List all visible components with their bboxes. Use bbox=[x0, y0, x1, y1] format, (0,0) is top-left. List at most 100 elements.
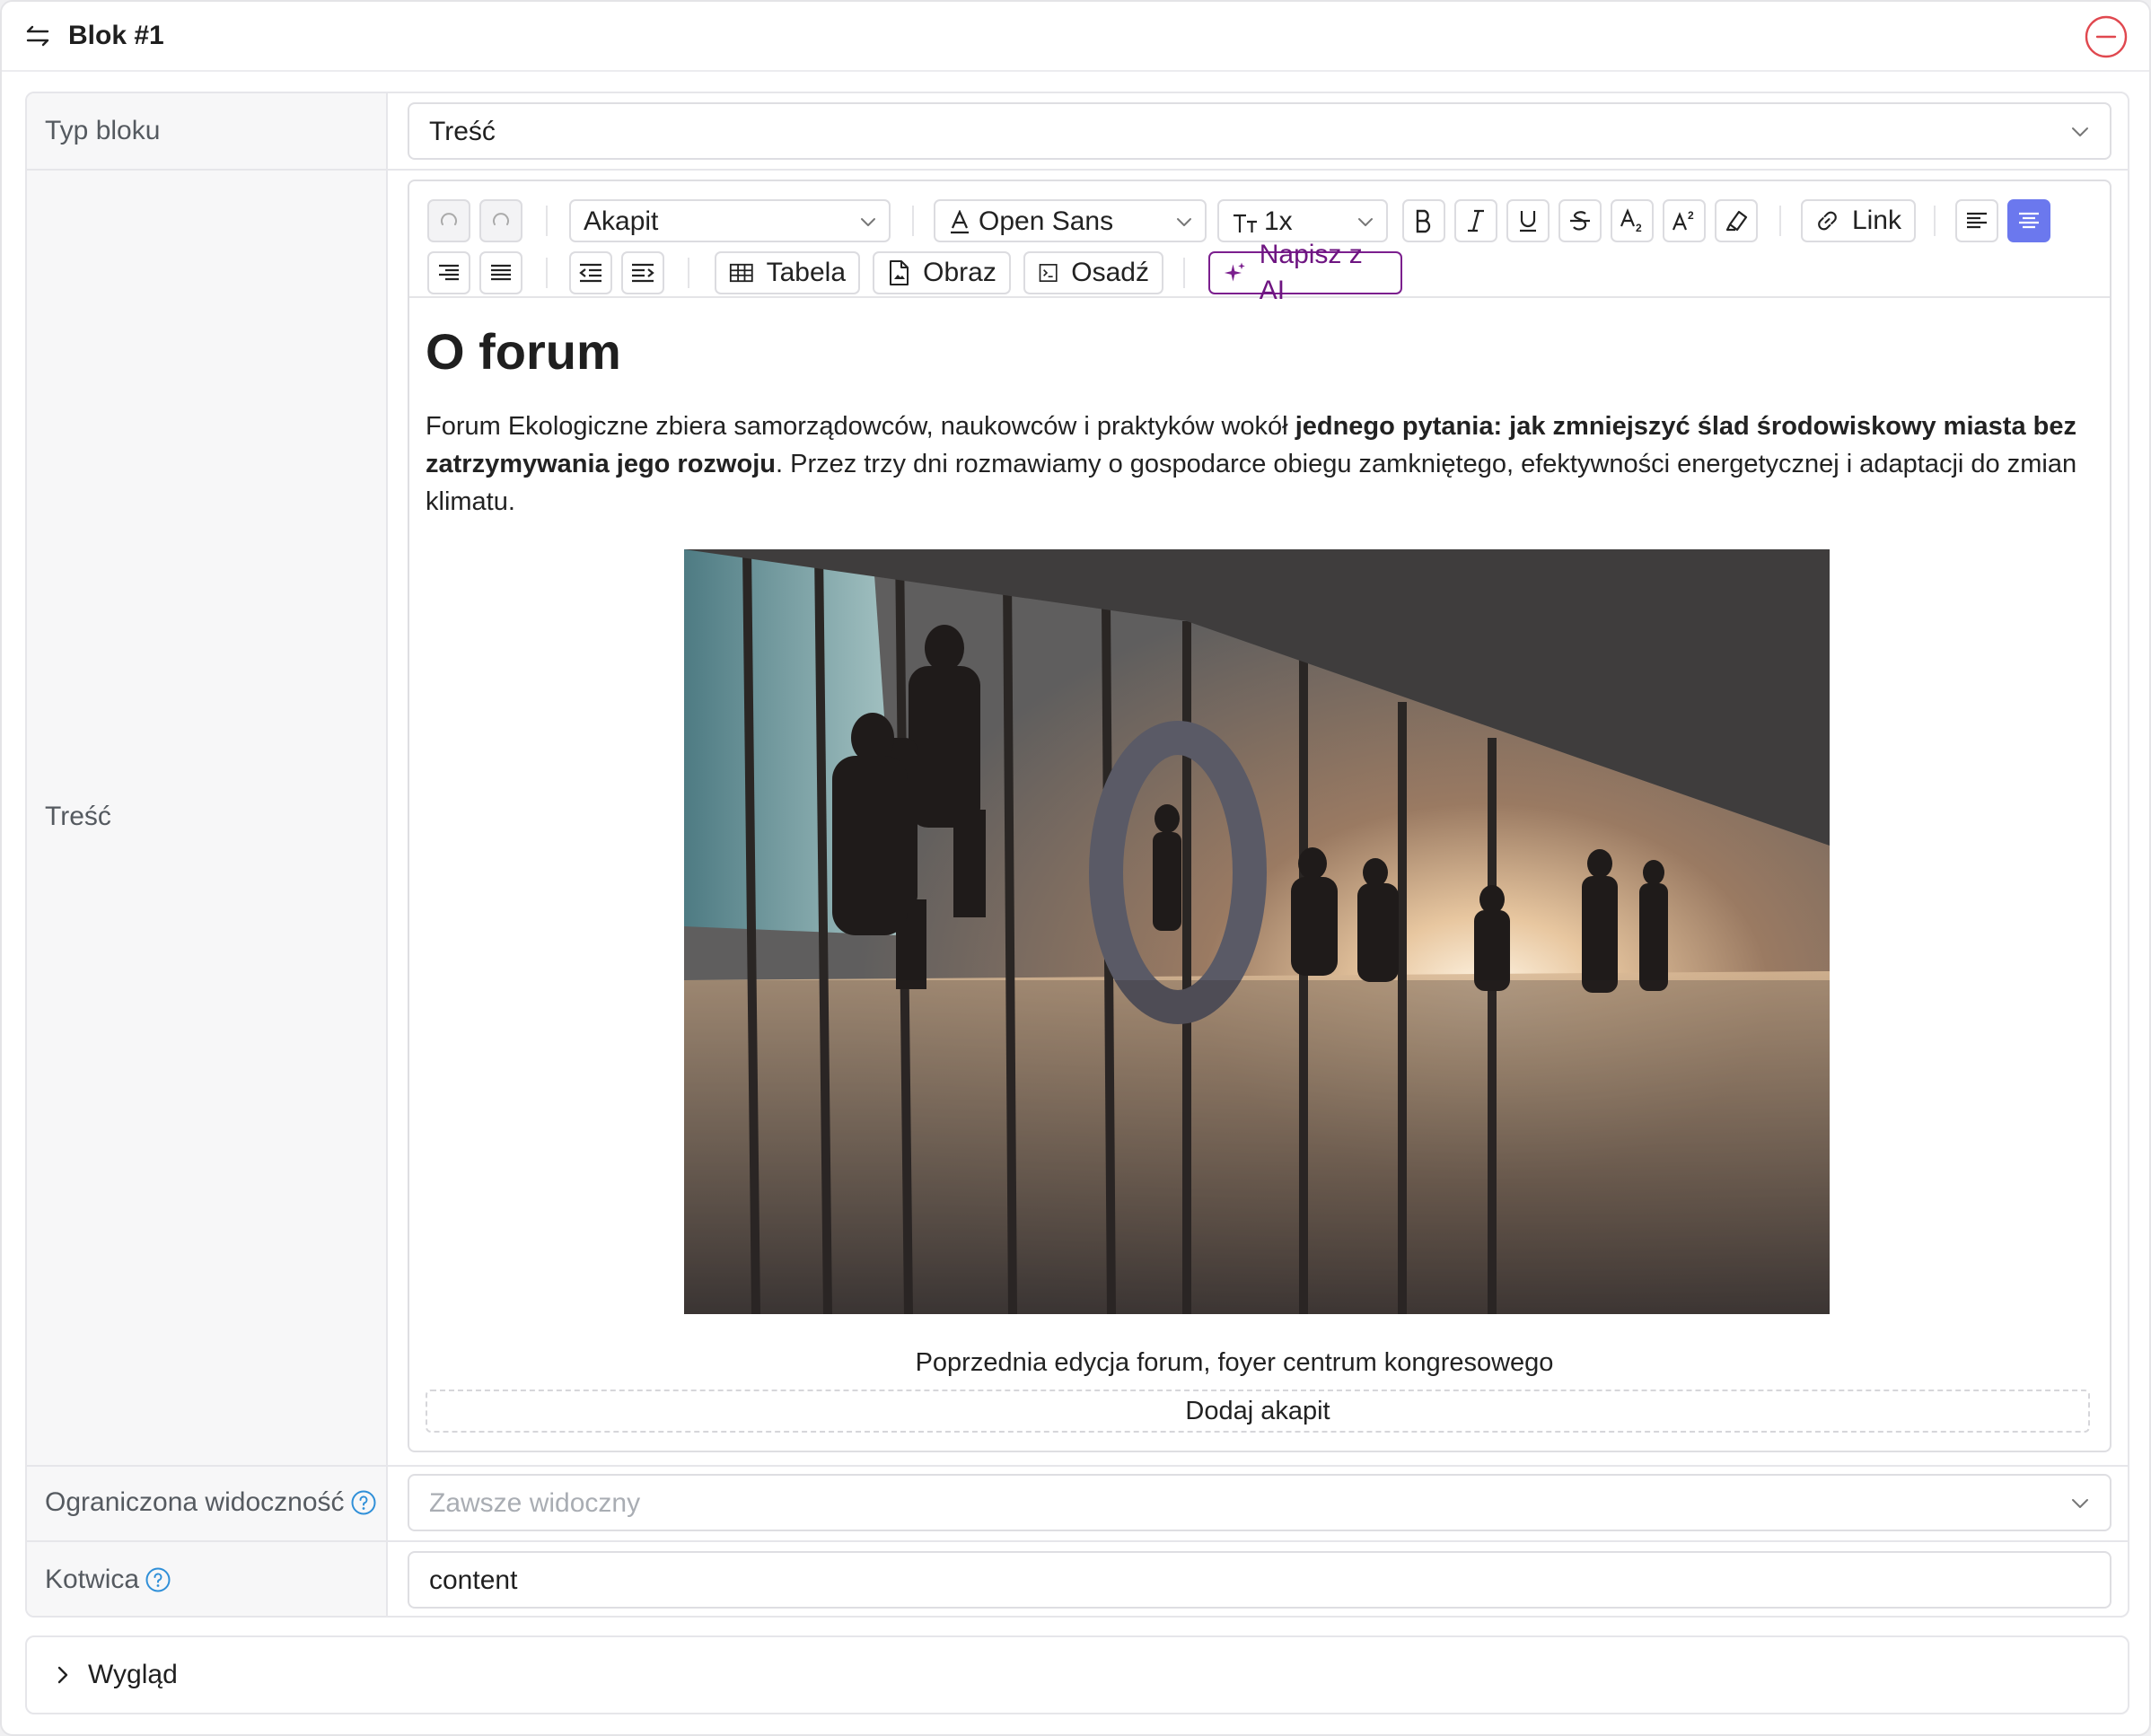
highlight-button[interactable] bbox=[1715, 199, 1758, 242]
chevron-down-icon bbox=[2072, 127, 2088, 136]
sparkle-icon bbox=[1224, 262, 1245, 282]
anchor-label: Kotwica bbox=[45, 1562, 171, 1598]
block-type-label: Typ bloku bbox=[45, 116, 161, 145]
visibility-placeholder: Zawsze widoczny bbox=[429, 1488, 641, 1518]
align-left-icon bbox=[1967, 212, 1987, 229]
font-size-select[interactable]: 1x bbox=[1217, 199, 1388, 242]
block-panel: Blok #1 Typ bloku Treść Treść Akapit Ope… bbox=[0, 0, 2151, 1736]
paragraph-style-select[interactable]: Akapit bbox=[569, 199, 891, 242]
chevron-down-icon bbox=[861, 218, 875, 226]
insert-table-button[interactable]: Tabela bbox=[715, 251, 860, 294]
superscript-button[interactable]: 2 bbox=[1663, 199, 1706, 242]
visibility-label: Ograniczona widoczność bbox=[45, 1485, 377, 1521]
chevron-down-icon bbox=[2072, 1499, 2088, 1508]
align-justify-icon bbox=[491, 264, 511, 281]
bold-icon bbox=[1416, 209, 1431, 233]
italic-icon bbox=[1468, 209, 1484, 232]
toolbar-divider bbox=[1779, 206, 1781, 236]
underline-icon bbox=[1520, 211, 1536, 232]
write-with-ai-button[interactable]: Napisz z AI bbox=[1208, 240, 1402, 305]
help-icon[interactable] bbox=[145, 1566, 171, 1593]
link-label: Link bbox=[1851, 206, 1901, 235]
appearance-section-toggle[interactable]: Wygląd bbox=[25, 1635, 2129, 1714]
align-right-icon bbox=[439, 264, 459, 281]
block-type-select[interactable]: Treść bbox=[408, 102, 2111, 160]
undo-icon bbox=[441, 213, 457, 225]
image-caption: Poprzednia edycja forum, foyer centrum k… bbox=[915, 1348, 1554, 1377]
italic-button[interactable] bbox=[1454, 199, 1497, 242]
toolbar-divider bbox=[1183, 258, 1185, 288]
content-label: Treść bbox=[45, 802, 111, 831]
appearance-label: Wygląd bbox=[88, 1660, 178, 1689]
editor-content[interactable]: O forum Forum Ekologiczne zbiera samorzą… bbox=[426, 314, 2092, 521]
remove-block-icon[interactable] bbox=[2085, 15, 2128, 58]
underline-button[interactable] bbox=[1506, 199, 1550, 242]
add-paragraph-button[interactable]: Dodaj akapit bbox=[426, 1390, 2090, 1433]
embed-button[interactable]: Osadź bbox=[1023, 251, 1163, 294]
subscript-button[interactable]: 2 bbox=[1611, 199, 1654, 242]
align-center-button[interactable] bbox=[2007, 199, 2050, 242]
chevron-right-icon bbox=[57, 1666, 68, 1684]
block-type-value: Treść bbox=[429, 117, 496, 146]
paragraph-style-value: Akapit bbox=[584, 206, 659, 236]
block-header: Blok #1 bbox=[2, 2, 2149, 72]
font-family-value: Open Sans bbox=[979, 206, 1114, 236]
row-divider bbox=[27, 1540, 2128, 1542]
content-heading: O forum bbox=[426, 323, 621, 380]
visibility-select[interactable]: Zawsze widoczny bbox=[408, 1474, 2111, 1531]
align-justify-button[interactable] bbox=[479, 251, 522, 294]
superscript-icon: 2 bbox=[1672, 209, 1694, 231]
font-family-select[interactable]: Open Sans bbox=[934, 199, 1207, 242]
anchor-value: content bbox=[429, 1565, 518, 1595]
svg-text:2: 2 bbox=[1636, 222, 1642, 233]
outdent-icon bbox=[579, 263, 601, 283]
terminal-icon bbox=[1039, 264, 1058, 282]
image-file-icon bbox=[890, 260, 909, 285]
reorder-arrows-icon[interactable] bbox=[23, 22, 52, 50]
table-label: Tabela bbox=[766, 258, 846, 287]
undo-button[interactable] bbox=[427, 199, 470, 242]
row-divider bbox=[27, 1465, 2128, 1467]
subscript-icon: 2 bbox=[1620, 208, 1642, 233]
outdent-button[interactable] bbox=[569, 251, 612, 294]
visibility-label-text: Ograniczona widoczność bbox=[45, 1487, 345, 1517]
table-icon bbox=[729, 263, 753, 283]
label-column bbox=[27, 93, 388, 1616]
highlighter-icon bbox=[1725, 210, 1748, 232]
align-right-button[interactable] bbox=[427, 251, 470, 294]
link-button[interactable]: Link bbox=[1801, 199, 1916, 242]
help-icon[interactable] bbox=[350, 1489, 377, 1516]
bold-button[interactable] bbox=[1402, 199, 1445, 242]
strikethrough-icon bbox=[1570, 211, 1590, 231]
insert-image-button[interactable]: Obraz bbox=[873, 251, 1011, 294]
font-size-value: 1x bbox=[1264, 206, 1293, 236]
toolbar-divider bbox=[546, 258, 548, 288]
content-paragraph: Forum Ekologiczne zbiera samorządowców, … bbox=[426, 408, 2092, 521]
font-color-icon bbox=[951, 210, 969, 234]
redo-button[interactable] bbox=[479, 199, 522, 242]
toolbar-divider bbox=[1934, 206, 1936, 236]
toolbar-divider bbox=[912, 206, 914, 236]
indent-icon bbox=[632, 263, 654, 283]
content-image[interactable] bbox=[684, 549, 1830, 1314]
ai-label: Napisz z AI bbox=[1259, 240, 1363, 305]
redo-icon bbox=[493, 213, 509, 225]
paragraph-text-start: Forum Ekologiczne zbiera samorządowców, … bbox=[426, 412, 1295, 441]
anchor-label-text: Kotwica bbox=[45, 1565, 140, 1594]
link-icon bbox=[1818, 211, 1837, 231]
align-center-icon bbox=[2019, 212, 2039, 229]
editor-toolbar: Akapit Open Sans 1x 2 2 Link Tabela Obra… bbox=[409, 181, 2110, 305]
toolbar-divider bbox=[688, 258, 689, 288]
chevron-down-icon bbox=[1358, 218, 1373, 226]
align-left-button[interactable] bbox=[1955, 199, 1998, 242]
svg-text:2: 2 bbox=[1688, 209, 1694, 222]
block-title: Blok #1 bbox=[68, 21, 164, 50]
anchor-input[interactable]: content bbox=[408, 1551, 2111, 1609]
row-divider bbox=[27, 169, 2128, 171]
indent-button[interactable] bbox=[621, 251, 664, 294]
embed-label: Osadź bbox=[1071, 258, 1149, 287]
text-size-icon bbox=[1234, 214, 1257, 232]
chevron-down-icon bbox=[1177, 218, 1191, 226]
toolbar-divider bbox=[546, 206, 548, 236]
strikethrough-button[interactable] bbox=[1558, 199, 1602, 242]
